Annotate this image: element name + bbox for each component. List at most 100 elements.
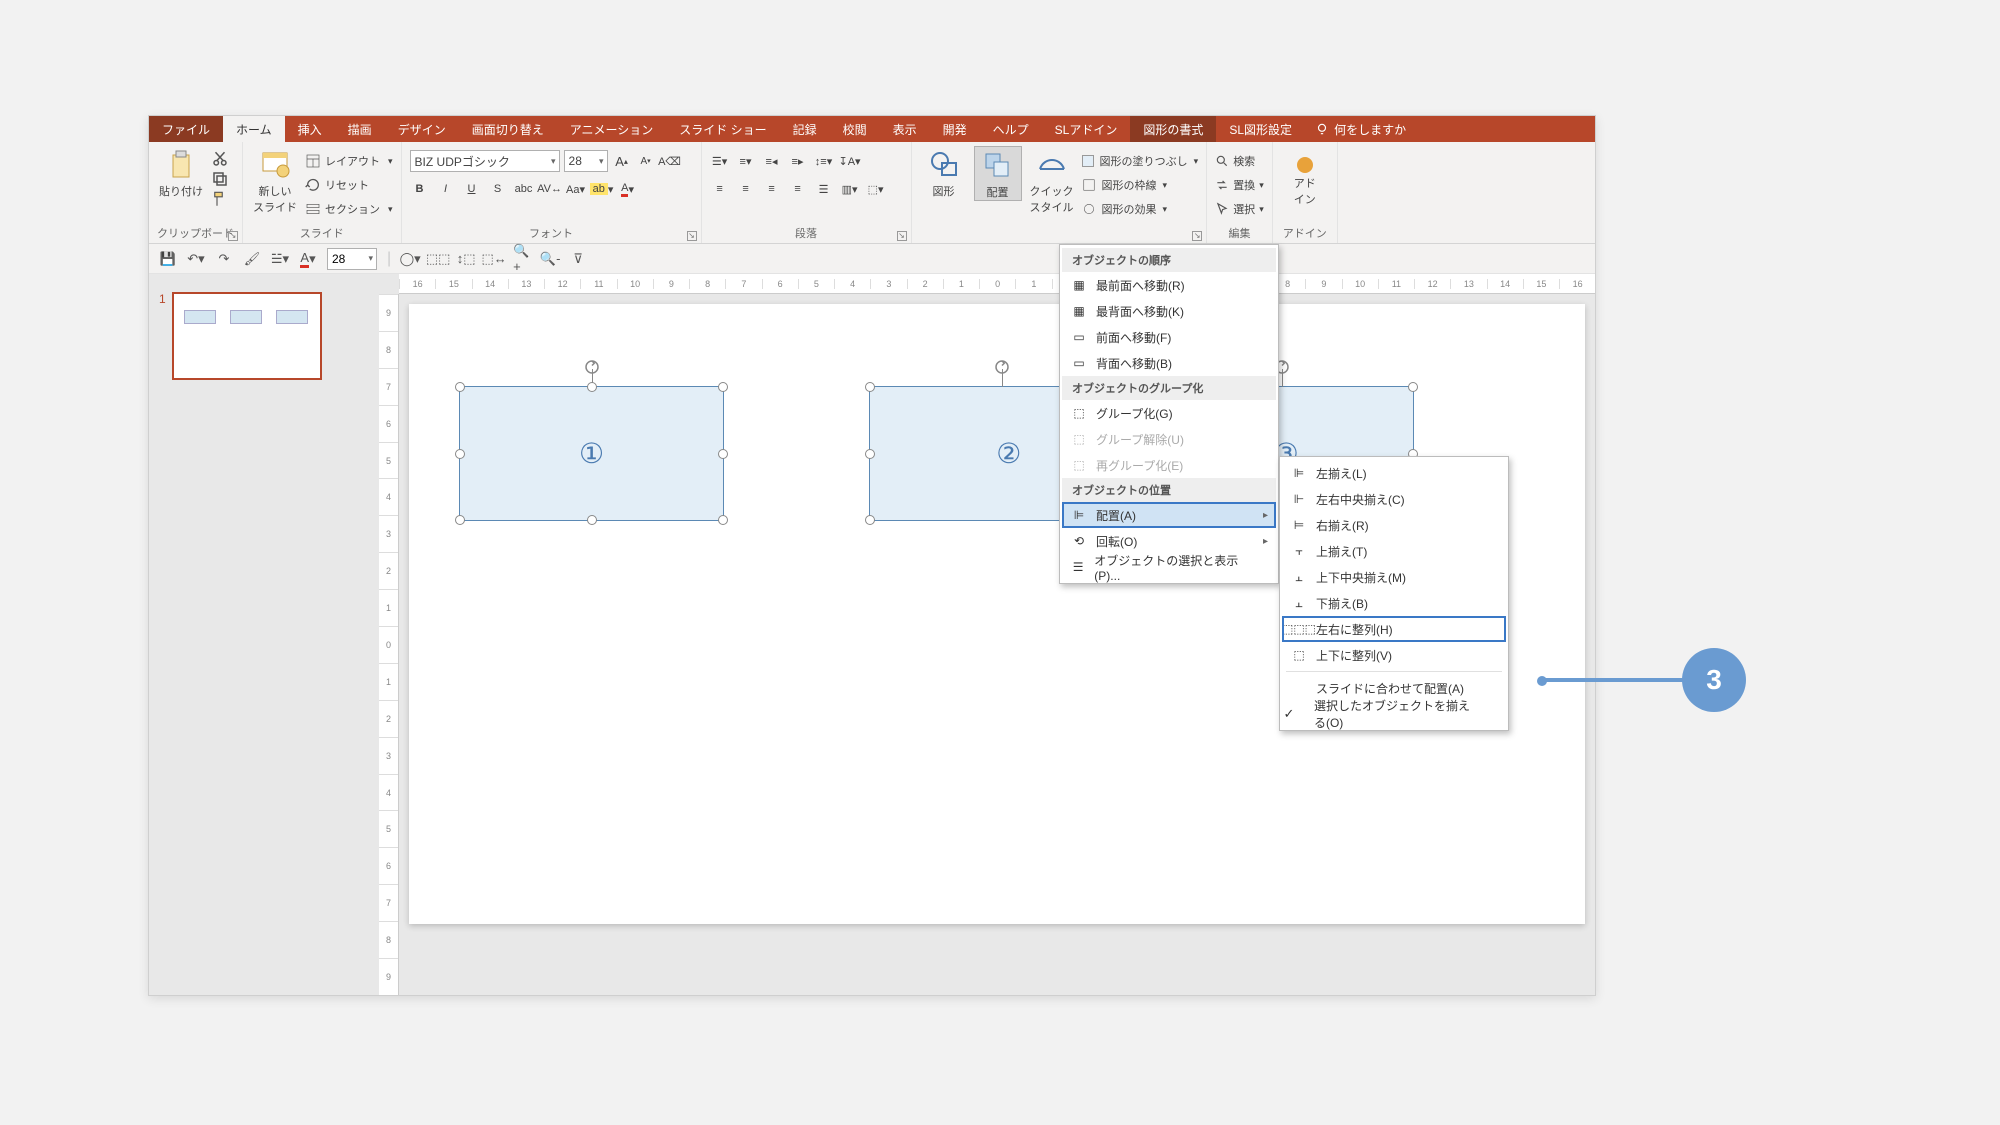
cut-icon[interactable]: [211, 150, 229, 168]
undo-icon[interactable]: ↶▾: [187, 250, 205, 268]
submenu-align-top[interactable]: ⫟上揃え(T): [1282, 538, 1506, 564]
align-right-button[interactable]: ≡: [762, 179, 782, 199]
submenu-distribute-horizontal[interactable]: ⬚⬚⬚左右に整列(H): [1282, 616, 1506, 642]
font-dialog-launcher[interactable]: ↘: [687, 231, 697, 241]
drawing-dialog-launcher[interactable]: ↘: [1192, 231, 1202, 241]
section-button[interactable]: セクション▾: [305, 198, 393, 220]
arrange-button[interactable]: 配置: [974, 146, 1022, 201]
tab-file[interactable]: ファイル: [149, 116, 223, 142]
layout-button[interactable]: レイアウト▾: [305, 150, 393, 172]
change-case-button[interactable]: Aa▾: [566, 179, 586, 199]
rotate-handle-icon[interactable]: [993, 351, 1011, 369]
tab-draw[interactable]: 描画: [335, 116, 385, 142]
resize-handle[interactable]: [865, 449, 875, 459]
resize-handle[interactable]: [865, 515, 875, 525]
reset-button[interactable]: リセット: [305, 174, 393, 196]
menu-align[interactable]: ⊫配置(A)▸: [1062, 502, 1276, 528]
tab-slideshow[interactable]: スライド ショー: [666, 116, 779, 142]
char-spacing-button[interactable]: AV↔: [540, 179, 560, 199]
menu-send-to-back[interactable]: ▦最背面へ移動(K): [1062, 298, 1276, 324]
tab-sladdin[interactable]: SLアドイン: [1042, 116, 1131, 142]
resize-handle[interactable]: [865, 382, 875, 392]
align-qat-icon[interactable]: ↕⬚: [457, 250, 475, 268]
submenu-align-middle-v[interactable]: ⫠上下中央揃え(M): [1282, 564, 1506, 590]
menu-bring-forward[interactable]: ▭前面へ移動(F): [1062, 324, 1276, 350]
paste-button[interactable]: 貼り付け: [157, 146, 205, 199]
font-size-combo[interactable]: 28: [564, 150, 608, 172]
menu-selection-pane[interactable]: ☰オブジェクトの選択と表示(P)...: [1062, 554, 1276, 580]
justify-button[interactable]: ≡: [788, 179, 808, 199]
replace-button[interactable]: 置換▾: [1215, 174, 1264, 196]
shape-outline-button[interactable]: 図形の枠線▾: [1082, 174, 1199, 196]
font-name-combo[interactable]: BIZ UDPゴシック: [410, 150, 560, 172]
align-center-button[interactable]: ≡: [736, 179, 756, 199]
resize-handle[interactable]: [455, 515, 465, 525]
shapes-button[interactable]: 図形: [920, 146, 968, 199]
submenu-distribute-vertical[interactable]: ⬚上下に整列(V): [1282, 642, 1506, 668]
slide-thumbnail-1[interactable]: [172, 292, 322, 380]
tab-review[interactable]: 校閲: [830, 116, 880, 142]
zoom-out-icon[interactable]: 🔍-: [541, 250, 559, 268]
menu-rotate[interactable]: ⟲回転(O)▸: [1062, 528, 1276, 554]
shape-1[interactable]: ①: [459, 386, 724, 521]
format-painter-icon[interactable]: [211, 190, 229, 208]
addins-button[interactable]: アド イン: [1281, 146, 1329, 207]
tab-help[interactable]: ヘルプ: [980, 116, 1042, 142]
resize-handle[interactable]: [455, 449, 465, 459]
bold-button[interactable]: B: [410, 179, 430, 199]
columns-button[interactable]: ▥▾: [840, 179, 860, 199]
resize-handle[interactable]: [718, 515, 728, 525]
tab-transitions[interactable]: 画面切り替え: [459, 116, 557, 142]
decrease-font-icon[interactable]: A▾: [636, 151, 656, 171]
qat-font-size[interactable]: 28: [327, 248, 377, 270]
tab-record[interactable]: 記録: [780, 116, 830, 142]
submenu-align-center-h[interactable]: ⊩左右中央揃え(C): [1282, 486, 1506, 512]
italic-button[interactable]: I: [436, 179, 456, 199]
clear-format-icon[interactable]: A⌫: [660, 151, 680, 171]
font-color-qat-icon[interactable]: A▾: [299, 250, 317, 268]
tab-sl-shape-settings[interactable]: SL図形設定: [1216, 116, 1305, 142]
quick-styles-button[interactable]: クイック スタイル: [1028, 146, 1076, 215]
menu-send-backward[interactable]: ▭背面へ移動(B): [1062, 350, 1276, 376]
resize-handle[interactable]: [718, 382, 728, 392]
submenu-align-left[interactable]: ⊫左揃え(L): [1282, 460, 1506, 486]
tab-developer[interactable]: 開発: [930, 116, 980, 142]
text-direction-button[interactable]: ↧A▾: [840, 151, 860, 171]
zoom-in-icon[interactable]: 🔍+: [513, 250, 531, 268]
submenu-align-right[interactable]: ⊨右揃え(R): [1282, 512, 1506, 538]
smartxart-button[interactable]: ⬚▾: [866, 179, 886, 199]
highlight-button[interactable]: ab▾: [592, 179, 612, 199]
align-left-button[interactable]: ≡: [710, 179, 730, 199]
font-color-button[interactable]: A▾: [618, 179, 638, 199]
shadow-button[interactable]: abc: [514, 179, 534, 199]
size-qat-icon[interactable]: ⬚↔: [485, 250, 503, 268]
distributed-button[interactable]: ☰: [814, 179, 834, 199]
tab-animations[interactable]: アニメーション: [557, 116, 667, 142]
tab-shape-format[interactable]: 図形の書式: [1130, 116, 1216, 142]
group-qat-icon[interactable]: ⬚⬚: [429, 250, 447, 268]
strikethrough-button[interactable]: S: [488, 179, 508, 199]
submenu-align-bottom[interactable]: ⫠下揃え(B): [1282, 590, 1506, 616]
resize-handle[interactable]: [1408, 382, 1418, 392]
shape-qat-icon[interactable]: ◯▾: [401, 250, 419, 268]
new-slide-button[interactable]: 新しい スライド: [251, 146, 299, 215]
resize-handle[interactable]: [587, 382, 597, 392]
underline-button[interactable]: U: [462, 179, 482, 199]
paragraph-dialog-launcher[interactable]: ↘: [897, 231, 907, 241]
redo-icon[interactable]: ↷: [215, 250, 233, 268]
tell-me-search[interactable]: 何をしますか: [1305, 116, 1416, 142]
increase-indent-button[interactable]: ≡▸: [788, 151, 808, 171]
menu-group[interactable]: ⬚グループ化(G): [1062, 400, 1276, 426]
tab-home[interactable]: ホーム: [223, 116, 285, 142]
tab-insert[interactable]: 挿入: [285, 116, 335, 142]
tab-design[interactable]: デザイン: [385, 116, 459, 142]
list-icon[interactable]: ☱▾: [271, 250, 289, 268]
menu-bring-to-front[interactable]: ▦最前面へ移動(R): [1062, 272, 1276, 298]
resize-handle[interactable]: [455, 382, 465, 392]
select-button[interactable]: 選択▾: [1215, 198, 1264, 220]
increase-font-icon[interactable]: A▴: [612, 151, 632, 171]
submenu-align-selected[interactable]: ✓選択したオブジェクトを揃える(O): [1282, 701, 1506, 727]
shape-effects-button[interactable]: 図形の効果▾: [1082, 198, 1199, 220]
resize-handle[interactable]: [718, 449, 728, 459]
save-icon[interactable]: 💾: [159, 250, 177, 268]
